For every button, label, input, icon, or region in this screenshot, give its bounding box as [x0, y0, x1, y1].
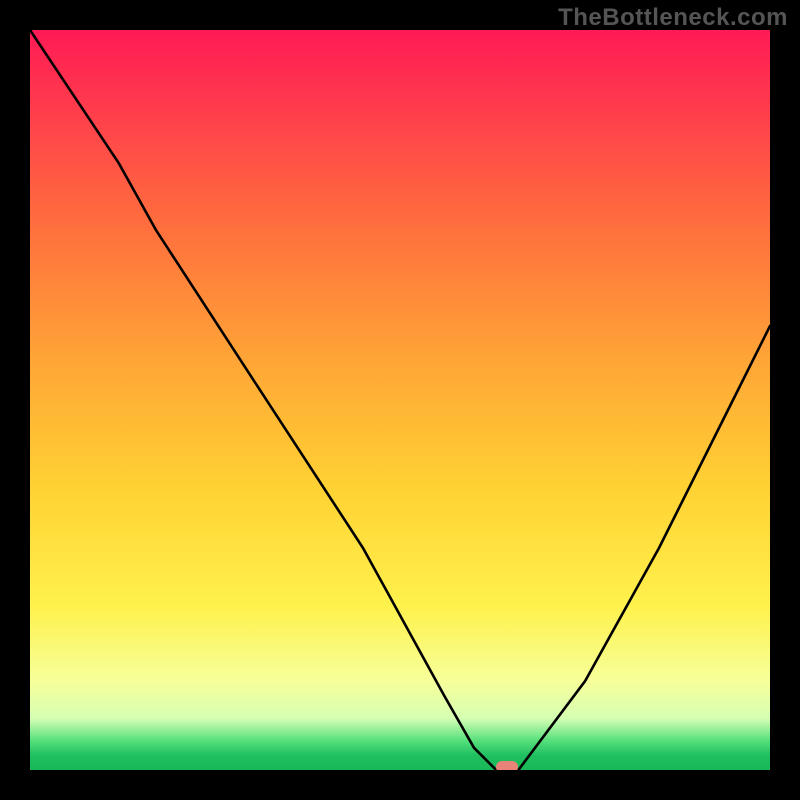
optimal-point-marker [496, 761, 518, 770]
bottleneck-curve [30, 30, 770, 770]
watermark-text: TheBottleneck.com [558, 4, 788, 32]
plot-area [30, 30, 770, 770]
chart-frame: TheBottleneck.com [0, 0, 800, 800]
